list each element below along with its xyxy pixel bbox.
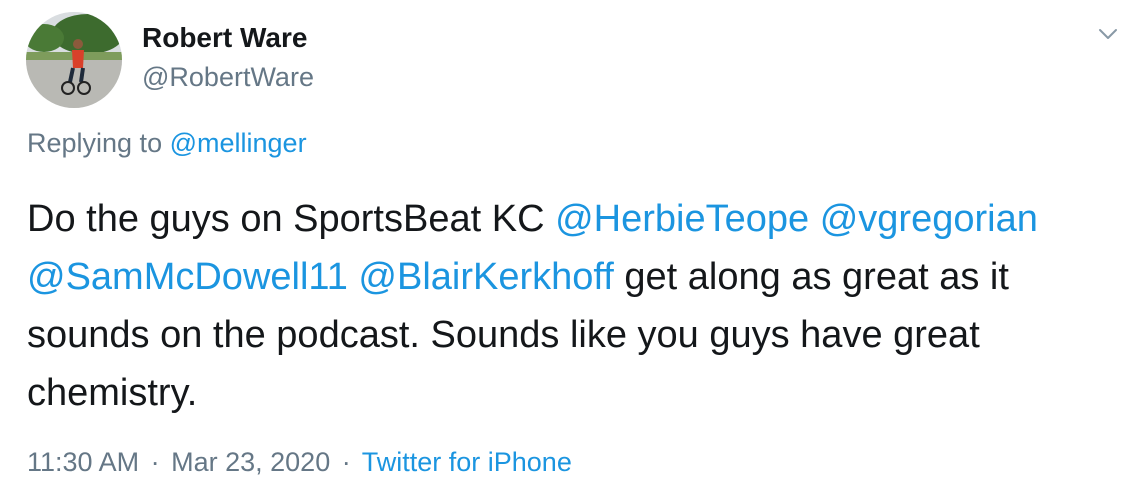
tweet-text-segment	[809, 198, 820, 240]
avatar[interactable]	[26, 12, 122, 108]
author-display-name[interactable]: Robert Ware	[142, 22, 307, 54]
tweet-card: Robert Ware @RobertWare Replying to @mel…	[0, 0, 1140, 501]
tweet-meta: 11:30 AM · Mar 23, 2020 · Twitter for iP…	[27, 447, 572, 478]
replying-to: Replying to @mellinger	[27, 128, 307, 159]
mention-link-blairkerkhoff[interactable]: @BlairKerkhoff	[358, 256, 613, 298]
mention-link-sammcdowell11[interactable]: @SamMcDowell11	[27, 256, 348, 298]
tweet-text-segment: Do the guys on SportsBeat KC	[27, 198, 556, 240]
replying-mention-link[interactable]: @mellinger	[170, 128, 307, 158]
meta-separator: ·	[341, 447, 351, 477]
mention-link-vgregorian[interactable]: @vgregorian	[820, 198, 1038, 240]
tweet-text-segment	[348, 256, 359, 298]
avatar-photo	[26, 12, 122, 108]
chevron-down-icon[interactable]	[1096, 22, 1120, 46]
tweet-date[interactable]: Mar 23, 2020	[171, 447, 330, 477]
author-handle[interactable]: @RobertWare	[142, 62, 314, 93]
tweet-source-link[interactable]: Twitter for iPhone	[362, 447, 572, 477]
tweet-time[interactable]: 11:30 AM	[27, 447, 139, 477]
mention-link-herbieteope[interactable]: @HerbieTeope	[555, 198, 809, 240]
tweet-text: Do the guys on SportsBeat KC @HerbieTeop…	[27, 190, 1127, 422]
replying-prefix: Replying to	[27, 128, 163, 158]
meta-separator: ·	[150, 447, 160, 477]
